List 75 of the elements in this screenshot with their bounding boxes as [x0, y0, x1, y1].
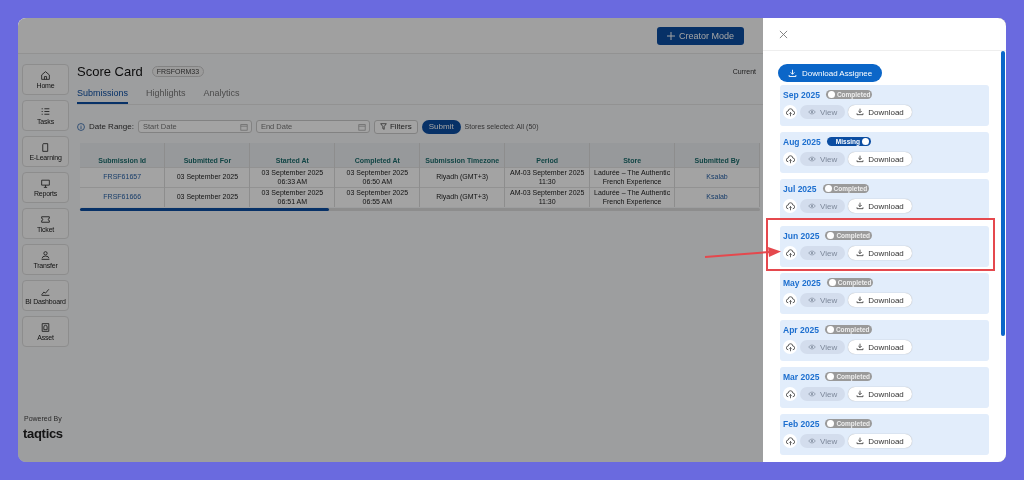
upload-button[interactable]: [783, 105, 797, 119]
download-icon: [856, 202, 865, 210]
eye-icon: [808, 344, 816, 350]
download-assignee-button[interactable]: Download Assignee: [778, 64, 883, 82]
eye-icon: [808, 109, 816, 115]
upload-button[interactable]: [783, 340, 797, 354]
eye-icon: [808, 391, 816, 397]
cloud-upload-icon: [785, 342, 795, 352]
nav-icon: [40, 286, 51, 297]
filter-icon: [379, 123, 387, 130]
eye-icon: [808, 203, 816, 209]
scrollbar[interactable]: [80, 208, 760, 211]
scrollbar[interactable]: [1001, 51, 1005, 336]
filters-button[interactable]: Filters: [373, 119, 418, 134]
nav-icon: [40, 70, 51, 81]
eye-icon: [808, 250, 816, 256]
download-button[interactable]: Download: [848, 293, 912, 307]
month-label: Aug 2025: [783, 136, 821, 147]
download-button[interactable]: Download: [848, 246, 912, 260]
nav-icon: [40, 142, 51, 153]
download-button[interactable]: Download: [848, 199, 912, 213]
calendar-icon: [357, 122, 366, 131]
month-label: Mar 2025: [783, 371, 820, 382]
download-icon: [856, 343, 865, 351]
upload-button[interactable]: [783, 152, 797, 166]
month-label: Feb 2025: [783, 418, 820, 429]
eye-icon: [808, 438, 816, 444]
tab[interactable]: Highlights: [146, 88, 186, 104]
month-label: Sep 2025: [783, 89, 820, 100]
download-button[interactable]: Download: [848, 340, 912, 354]
download-icon: [856, 437, 865, 445]
eye-icon: [808, 156, 816, 162]
nav-icon: [40, 322, 51, 333]
download-button[interactable]: Download: [848, 152, 912, 166]
nav-icon: [40, 178, 51, 189]
upload-button[interactable]: [783, 246, 797, 260]
info-icon: [77, 122, 85, 131]
download-button[interactable]: Download: [848, 387, 912, 401]
cloud-upload-icon: [785, 107, 795, 117]
month-label: May 2025: [783, 277, 821, 288]
nav-icon: [40, 214, 51, 225]
calendar-icon: [239, 122, 248, 131]
cloud-upload-icon: [785, 295, 795, 305]
download-icon: [788, 68, 797, 78]
nav-icon: [40, 106, 51, 117]
upload-button[interactable]: [783, 387, 797, 401]
plus-icon: [667, 31, 675, 40]
month-label: Jul 2025: [783, 183, 817, 194]
download-icon: [856, 296, 865, 304]
nav-icon: [40, 250, 51, 261]
close-icon[interactable]: [779, 29, 788, 39]
upload-button[interactable]: [783, 293, 797, 307]
submit-button[interactable]: Submit: [421, 119, 461, 134]
creator-mode-button[interactable]: Creator Mode: [657, 26, 745, 45]
date-range-label: Date Range:: [89, 122, 134, 131]
logo: taqtics: [23, 426, 63, 441]
cloud-upload-icon: [785, 436, 795, 446]
cloud-upload-icon: [785, 201, 795, 211]
download-button[interactable]: Download: [848, 434, 912, 448]
upload-button[interactable]: [783, 199, 797, 213]
tab[interactable]: Analytics: [203, 88, 240, 104]
download-icon: [856, 108, 865, 116]
download-icon: [856, 390, 865, 398]
page-title: Score Card: [77, 63, 143, 79]
tab[interactable]: Submissions: [77, 88, 129, 104]
download-icon: [856, 155, 865, 163]
cloud-upload-icon: [785, 154, 795, 164]
cloud-upload-icon: [785, 389, 795, 399]
cloud-upload-icon: [785, 248, 795, 258]
download-icon: [856, 249, 865, 257]
month-label: Apr 2025: [783, 324, 819, 335]
eye-icon: [808, 297, 816, 303]
download-button[interactable]: Download: [848, 105, 912, 119]
month-label: Jun 2025: [783, 230, 820, 241]
upload-button[interactable]: [783, 434, 797, 448]
